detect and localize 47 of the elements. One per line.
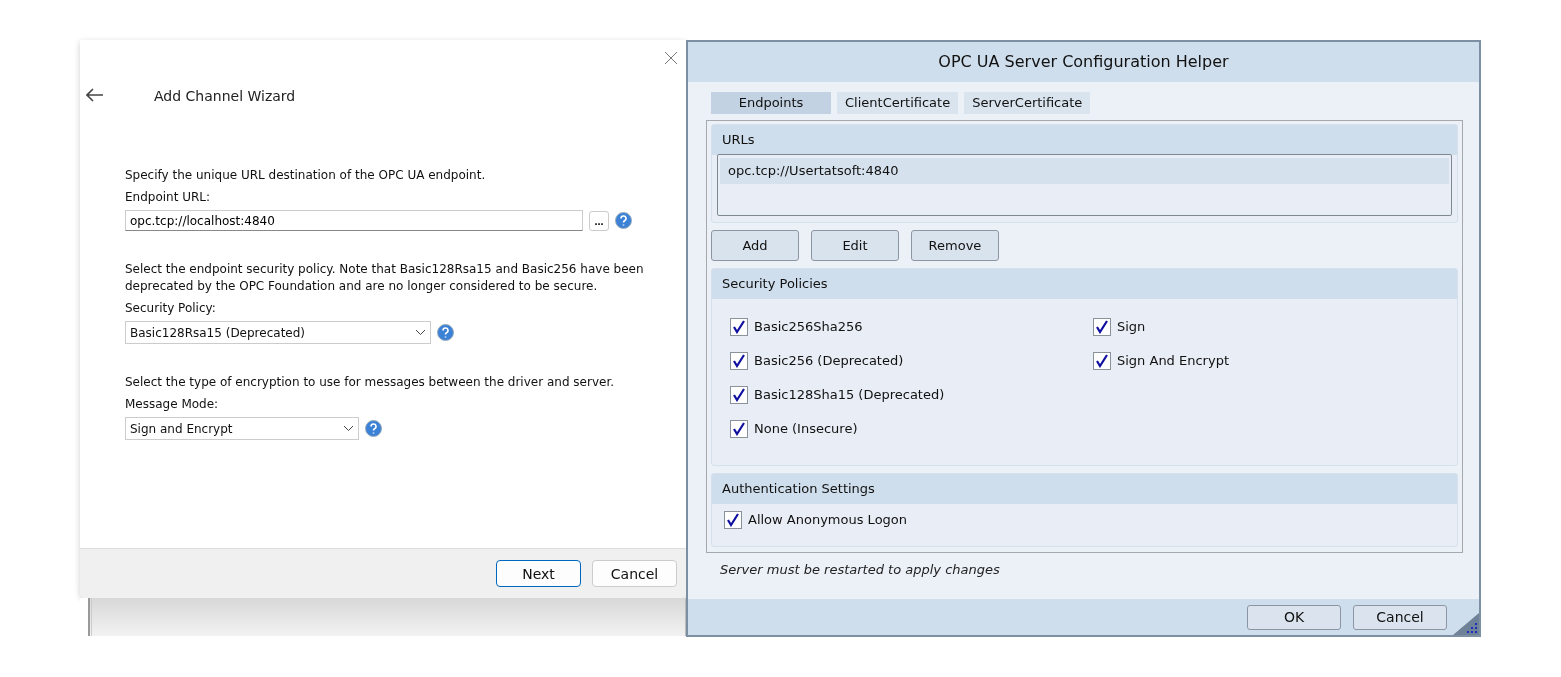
group-heading: Security Policies bbox=[712, 268, 1457, 299]
help-icon[interactable] bbox=[437, 324, 454, 341]
checkbox-label: Sign And Encrypt bbox=[1117, 353, 1229, 369]
checkbox[interactable] bbox=[724, 510, 742, 529]
help-icon[interactable] bbox=[615, 212, 632, 229]
checkbox[interactable] bbox=[1093, 317, 1111, 336]
checkbox-label: Basic256Sha256 bbox=[754, 319, 863, 335]
tab[interactable]: ClientCertificate bbox=[837, 91, 959, 114]
cancel-button[interactable]: Cancel bbox=[1353, 604, 1447, 630]
url-action-button[interactable]: Add bbox=[711, 229, 799, 261]
checkbox-label: Basic256 (Deprecated) bbox=[754, 353, 904, 369]
field-label: Endpoint URL: bbox=[125, 190, 212, 204]
checkbox[interactable] bbox=[730, 317, 748, 336]
help-icon[interactable] bbox=[364, 420, 382, 437]
chevron-down-icon bbox=[415, 329, 426, 336]
dropdown[interactable]: Sign and Encrypt bbox=[125, 417, 359, 440]
field-description: Specify the unique URL destination of the OPC UA endpoint. bbox=[125, 167, 487, 184]
field-description: Select the type of encryption to use for messages between the driver and server. bbox=[125, 374, 616, 391]
checkbox[interactable] bbox=[730, 351, 748, 370]
url-action-button[interactable]: Edit bbox=[811, 229, 899, 261]
checkbox-label: Allow Anonymous Logon bbox=[748, 512, 908, 528]
group-heading: URLs bbox=[712, 124, 1457, 155]
url-list-item[interactable]: opc.tcp://Usertatsoft:4840 bbox=[720, 157, 1449, 184]
tab[interactable]: ServerCertificate bbox=[964, 91, 1091, 114]
checkbox[interactable] bbox=[730, 385, 748, 404]
resize-grip-icon[interactable] bbox=[1453, 613, 1479, 635]
restart-note: Server must be restarted to apply changes bbox=[719, 560, 1001, 579]
field-label: Message Mode: bbox=[125, 397, 220, 411]
next-button[interactable]: Next bbox=[496, 560, 581, 587]
tab[interactable]: Endpoints bbox=[711, 91, 831, 114]
url-input-field[interactable]: opc.tcp://localhost:4840 bbox=[125, 210, 583, 231]
url-action-button[interactable]: Remove bbox=[911, 229, 999, 261]
dropdown[interactable]: Basic128Rsa15 (Deprecated) bbox=[125, 321, 431, 344]
checkbox[interactable] bbox=[730, 419, 748, 438]
checkbox-label: None (Insecure) bbox=[754, 421, 858, 437]
field-description: Select the endpoint security policy. Note that Basic128Rsa15 and Basic256 have been deprecated by the OPC Foundation and are no longer considered to be secure. bbox=[125, 261, 645, 295]
checkbox-label: Basic128Sha15 (Deprecated) bbox=[754, 387, 945, 403]
ok-button[interactable]: OK bbox=[1247, 604, 1341, 630]
field-label: Security Policy: bbox=[125, 301, 217, 315]
group-heading: Authentication Settings bbox=[712, 473, 1457, 504]
checkbox-label: Sign bbox=[1117, 319, 1146, 335]
checkbox[interactable] bbox=[1093, 351, 1111, 370]
window-title: OPC UA Server Configuration Helper bbox=[688, 42, 1479, 82]
chevron-down-icon bbox=[342, 425, 354, 432]
cancel-button[interactable]: Cancel bbox=[592, 560, 677, 587]
wizard-title: Add Channel Wizard bbox=[154, 88, 296, 104]
browse-button[interactable]: ... bbox=[589, 210, 609, 231]
